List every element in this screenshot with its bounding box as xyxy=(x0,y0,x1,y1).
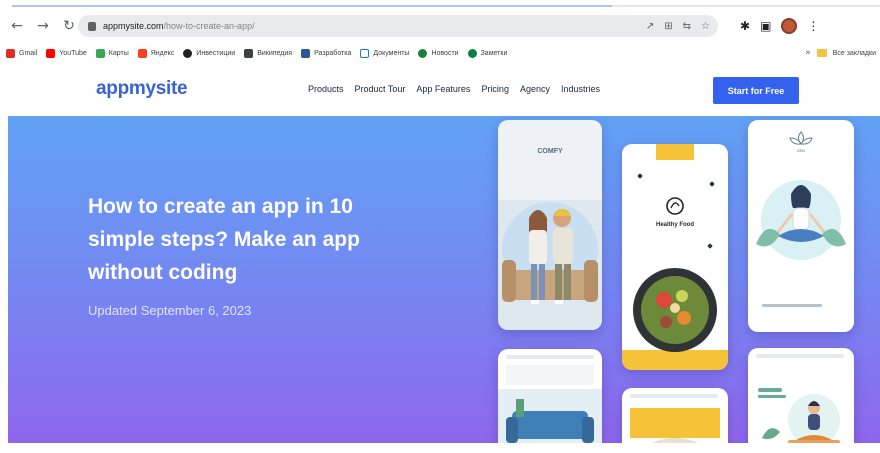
notes-icon xyxy=(467,48,477,58)
chevron-right-icon: » xyxy=(805,48,811,58)
url-path: /how-to-create-an-app/ xyxy=(163,21,255,31)
bookmark-item[interactable]: Новости xyxy=(418,48,459,58)
app-preview-yoga xyxy=(748,348,854,443)
all-bookmarks[interactable]: » Все закладки xyxy=(801,42,876,64)
reload-icon[interactable]: ↻ xyxy=(60,17,78,35)
app-preview-comfy: COMFY xyxy=(498,120,602,330)
nav-pricing[interactable]: Pricing xyxy=(481,84,509,94)
address-bar-actions: ↗ ⊞ ⇆ ☆ xyxy=(646,15,710,37)
appmysite-logo[interactable]: appmysite xyxy=(96,78,188,100)
meditating-woman-image xyxy=(756,180,846,260)
wikipedia-icon xyxy=(244,48,254,58)
bookmark-item[interactable]: Разработка xyxy=(301,48,351,58)
menu-kebab-icon[interactable]: ⋮ xyxy=(807,19,819,33)
tab-strip-edge xyxy=(612,5,880,7)
app-preview-meditation: ZEN xyxy=(748,120,854,332)
bookmark-item[interactable]: Документы xyxy=(360,48,409,58)
browser-toolbar: ← → ↻ appmysite.com /how-to-create-an-ap… xyxy=(0,10,880,42)
lotus-icon xyxy=(789,131,813,145)
app-preview-furniture xyxy=(498,349,602,443)
decor-leaf xyxy=(637,173,643,179)
maps-pin-icon xyxy=(95,48,105,58)
news-icon xyxy=(418,48,428,58)
tab-strip xyxy=(0,0,880,8)
nav-product-tour[interactable]: Product Tour xyxy=(355,84,406,94)
decor-leaf xyxy=(709,181,715,187)
app-preview-healthy-food: Healthy Food xyxy=(622,144,728,370)
gmail-icon xyxy=(6,48,15,58)
main-nav: Products Product Tour App Features Prici… xyxy=(308,84,600,94)
address-bar[interactable]: appmysite.com /how-to-create-an-app/ ↗ ⊞… xyxy=(78,15,718,37)
updated-date: Updated September 6, 2023 xyxy=(88,303,252,318)
food-logo-icon xyxy=(666,197,684,215)
sofa-image xyxy=(498,389,602,443)
app-top-bar xyxy=(630,394,718,398)
nav-app-features[interactable]: App Features xyxy=(416,84,470,94)
bookmark-item[interactable]: Gmail xyxy=(6,48,37,58)
page-title: How to create an app in 10 simple steps?… xyxy=(88,195,360,284)
install-app-icon[interactable]: ⊞ xyxy=(664,21,672,32)
app-preview-food-menu xyxy=(622,388,728,443)
bookmark-item[interactable]: Инвестиции xyxy=(183,48,235,58)
bookmark-item[interactable]: Яндекс xyxy=(137,48,174,58)
bookmark-item[interactable]: Заметки xyxy=(467,48,507,58)
bookmark-star-icon[interactable]: ☆ xyxy=(701,21,710,32)
nav-agency[interactable]: Agency xyxy=(520,84,550,94)
forward-arrow-icon[interactable]: → xyxy=(34,17,52,35)
profile-avatar[interactable] xyxy=(781,18,798,34)
hero-banner: How to create an app in 10 simple steps?… xyxy=(8,116,880,443)
app-top-bar xyxy=(506,355,594,359)
site-info-icon[interactable] xyxy=(88,21,96,31)
meditation-brand-label: ZEN xyxy=(797,148,805,153)
extensions-area: ✱ ▣ ⋮ xyxy=(740,14,819,38)
bookmark-item[interactable]: Википедия xyxy=(244,48,292,58)
site-header: appmysite Products Product Tour App Feat… xyxy=(0,64,880,116)
youtube-icon xyxy=(46,48,56,58)
nav-products[interactable]: Products xyxy=(308,84,344,94)
translate-icon[interactable]: ⇆ xyxy=(683,21,691,32)
folder-icon xyxy=(816,49,827,57)
yandex-icon xyxy=(137,48,147,58)
extensions-puzzle-icon[interactable]: ✱ xyxy=(740,19,750,33)
nav-industries[interactable]: Industries xyxy=(561,84,600,94)
bookmarks-bar: Gmail YouTube Карты Яндекс Инвестиции Ви… xyxy=(0,42,880,64)
bookmark-favicon xyxy=(301,48,311,58)
salad-bowl-image xyxy=(633,268,717,352)
side-panel-icon[interactable]: ▣ xyxy=(760,19,771,33)
banner-block xyxy=(506,365,594,385)
active-tab-indicator xyxy=(12,5,612,7)
bookmark-item[interactable]: Карты xyxy=(95,48,129,58)
couple-on-couch-image xyxy=(498,200,602,330)
document-icon xyxy=(360,48,370,58)
back-arrow-icon[interactable]: ← xyxy=(8,17,26,35)
app-top-bar xyxy=(756,354,844,358)
share-icon[interactable]: ↗ xyxy=(646,21,654,32)
globe-icon xyxy=(183,48,193,58)
yoga-woman-image xyxy=(762,394,840,443)
food-header-tab xyxy=(656,144,694,160)
healthy-food-label: Healthy Food xyxy=(655,222,694,228)
start-for-free-button[interactable]: Start for Free xyxy=(713,77,799,104)
dish-image xyxy=(652,438,698,443)
url-host: appmysite.com xyxy=(103,21,164,31)
bookmark-item[interactable]: YouTube xyxy=(46,48,87,58)
meditation-caption-line xyxy=(762,304,822,307)
